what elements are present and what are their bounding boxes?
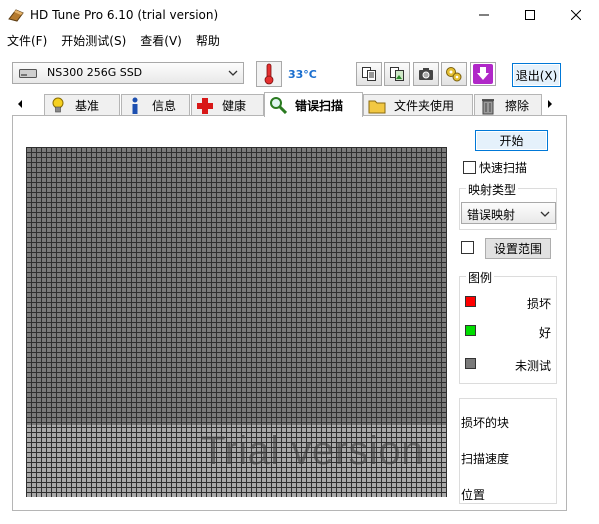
set-range-button[interactable]: 设置范围	[485, 238, 551, 259]
copy-image-button[interactable]	[384, 62, 410, 86]
legend-item-damaged: 损坏	[463, 294, 551, 311]
trash-icon	[479, 97, 497, 115]
tab-scroll-left-button[interactable]	[14, 96, 26, 112]
legend-label-untested: 未测试	[514, 359, 551, 373]
thermometer-icon	[264, 63, 274, 85]
legend-item-good: 好	[463, 323, 551, 340]
menu-view[interactable]: 查看(V)	[133, 30, 189, 50]
drive-select[interactable]: NS300 256G SSD	[12, 62, 244, 84]
tab-health-label: 健康	[222, 99, 247, 113]
gears-icon	[446, 67, 462, 82]
save-download-button[interactable]	[470, 62, 496, 86]
legend-swatch-good	[465, 325, 476, 336]
quick-scan-option[interactable]: 快速扫描	[463, 159, 527, 176]
error-scan-panel: Trial version 开始 快速扫描 映射类型 错误映射 设置范围 图例 …	[12, 115, 567, 511]
chevron-left-icon	[18, 100, 22, 108]
camera-icon	[419, 68, 433, 80]
tab-error-scan[interactable]: 错误扫描	[264, 92, 363, 117]
download-arrow-icon	[473, 64, 493, 84]
legend-label-damaged: 损坏	[526, 297, 551, 311]
damaged-blocks-label: 损坏的块	[461, 416, 510, 430]
legend-item-untested: 未测试	[463, 356, 551, 373]
tab-scroll-right-button[interactable]	[544, 96, 556, 112]
chevron-right-icon	[548, 100, 552, 108]
menu-bar: 文件(F) 开始测试(S) 查看(V) 帮助	[0, 30, 599, 50]
map-type-select[interactable]: 错误映射	[461, 202, 556, 224]
minimize-button[interactable]	[461, 0, 507, 30]
lightbulb-icon	[49, 97, 67, 115]
screenshot-button[interactable]	[413, 62, 439, 86]
maximize-icon	[525, 10, 535, 20]
close-icon	[571, 10, 581, 20]
magnifier-icon	[269, 96, 287, 114]
tab-erase-label: 擦除	[505, 99, 530, 113]
options-button[interactable]	[441, 62, 467, 86]
map-type-title: 映射类型	[466, 181, 519, 198]
drive-name: NS300 256G SSD	[47, 66, 143, 79]
toolbar: NS300 256G SSD 33°C 退出(X)	[0, 56, 599, 92]
copy-document-icon	[362, 67, 376, 81]
tab-info[interactable]: 信息	[121, 94, 190, 116]
range-checkbox[interactable]	[461, 241, 474, 254]
minimize-icon	[479, 14, 489, 16]
maximize-button[interactable]	[507, 0, 553, 30]
legend-swatch-damaged	[465, 296, 476, 307]
temperature-indicator	[256, 61, 282, 87]
close-button[interactable]	[553, 0, 599, 30]
legend-swatch-untested	[465, 358, 476, 369]
window-title: HD Tune Pro 6.10 (trial version)	[30, 8, 219, 22]
tab-erase[interactable]: 擦除	[474, 94, 542, 116]
temperature-value: 33°C	[288, 68, 317, 81]
menu-start-test[interactable]: 开始测试(S)	[54, 30, 133, 50]
info-icon	[126, 97, 144, 115]
copy-text-button[interactable]	[356, 62, 382, 86]
legend-title: 图例	[466, 269, 495, 286]
tab-strip: 基准 信息 健康 错误扫描 文件夹使用 擦除	[10, 92, 558, 117]
folder-icon	[368, 97, 386, 115]
start-button[interactable]: 开始	[475, 130, 548, 151]
hd-tune-app-icon	[8, 9, 24, 22]
copy-image-icon	[390, 67, 404, 81]
tab-info-label: 信息	[152, 99, 177, 113]
tab-benchmark-label: 基准	[75, 99, 100, 113]
menu-help[interactable]: 帮助	[189, 30, 227, 50]
chevron-down-icon	[228, 70, 238, 76]
position-label: 位置	[461, 488, 486, 502]
tab-folder-usage-label: 文件夹使用	[394, 99, 455, 113]
chevron-down-icon	[540, 211, 550, 217]
quick-scan-checkbox[interactable]	[463, 161, 476, 174]
trial-watermark: Trial version	[201, 429, 424, 473]
legend-label-good: 好	[538, 326, 551, 340]
hard-drive-icon	[19, 69, 37, 78]
menu-file[interactable]: 文件(F)	[0, 30, 54, 50]
block-map-grid: Trial version	[26, 147, 447, 497]
title-bar: HD Tune Pro 6.10 (trial version)	[0, 0, 599, 30]
tab-error-scan-label: 错误扫描	[295, 98, 344, 113]
map-type-value: 错误映射	[467, 208, 516, 222]
tab-health[interactable]: 健康	[191, 94, 264, 116]
quick-scan-label: 快速扫描	[479, 161, 528, 175]
exit-button[interactable]: 退出(X)	[512, 63, 561, 87]
tab-folder-usage[interactable]: 文件夹使用	[363, 94, 473, 116]
scan-speed-label: 扫描速度	[461, 452, 510, 466]
health-cross-icon	[196, 97, 214, 115]
tab-benchmark[interactable]: 基准	[44, 94, 120, 116]
